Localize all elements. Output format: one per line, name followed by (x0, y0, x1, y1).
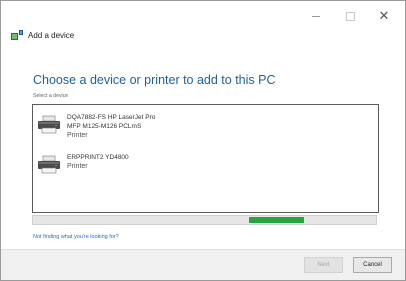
wizard-header: Add a device (11, 30, 74, 41)
window-title: Add a device (28, 31, 75, 40)
close-icon: ✕ (378, 8, 390, 23)
add-device-window: ✕ Add a device Choose a device or printe… (0, 0, 406, 281)
page-title: Choose a device or printer to add to thi… (33, 73, 276, 87)
minimize-icon (312, 15, 320, 17)
footer-bar: Next Cancel (1, 249, 405, 280)
search-progress-bar (32, 215, 377, 225)
title-bar: ✕ (1, 1, 405, 33)
close-button[interactable]: ✕ (371, 7, 397, 25)
maximize-icon (345, 11, 355, 21)
minimize-button[interactable] (303, 7, 329, 25)
device-list[interactable]: DQA7882-FS HP LaserJet Pro MFP M125-M126… (32, 104, 379, 213)
device-name: ERPPRINT2 YD4800 (67, 154, 129, 161)
device-type: Printer (67, 163, 88, 170)
maximize-button[interactable] (337, 7, 363, 25)
printer-icon (38, 155, 60, 174)
device-item[interactable]: ERPPRINT2 YD4800 Printer (37, 153, 129, 175)
page-subtitle: Select a device (33, 93, 69, 99)
progress-indicator (249, 217, 304, 223)
printer-icon (38, 115, 60, 134)
device-name: DQA7882-FS HP LaserJet Pro MFP M125-M126… (67, 114, 156, 130)
cancel-button[interactable]: Cancel (353, 257, 392, 273)
next-button[interactable]: Next (304, 257, 343, 273)
device-type: Printer (67, 132, 88, 139)
device-item[interactable]: DQA7882-FS HP LaserJet Pro MFP M125-M126… (37, 113, 155, 140)
devices-printer-icon (11, 30, 23, 40)
help-link[interactable]: Not finding what you're looking for? (33, 234, 119, 240)
